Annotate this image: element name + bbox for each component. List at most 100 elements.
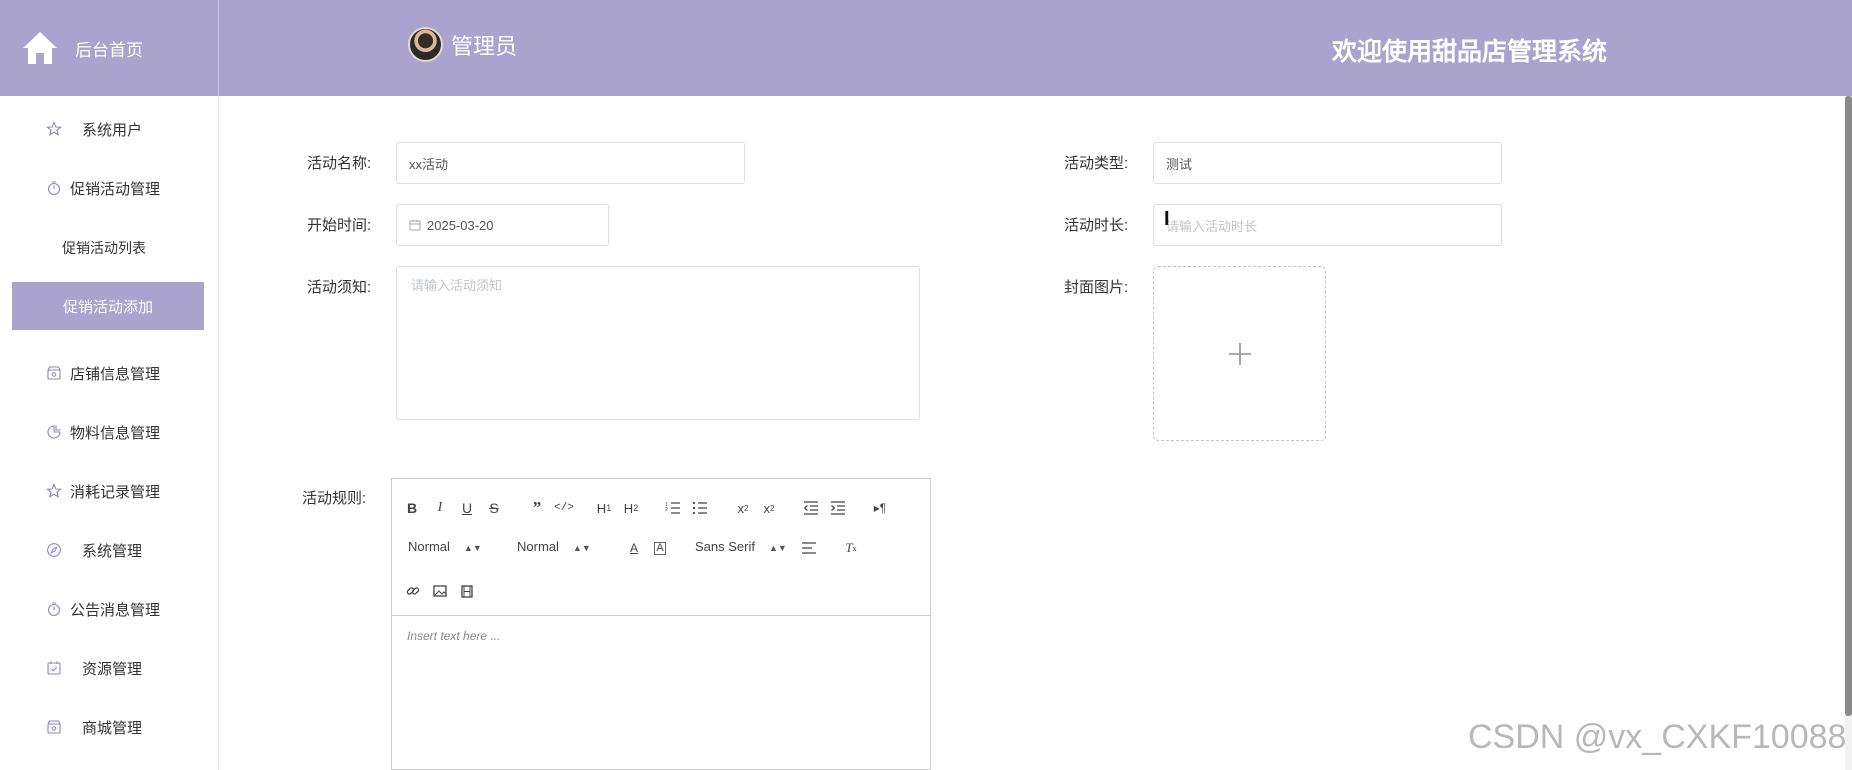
outdent-button[interactable] [800, 498, 822, 518]
duration-label: 活动时长: [1064, 217, 1129, 234]
superscript-button[interactable]: x2 [758, 498, 780, 518]
sidebar-subitem-label: 促销活动列表 [62, 240, 146, 256]
h2-button[interactable]: H2 [620, 498, 642, 518]
underline-button[interactable]: U [456, 498, 478, 518]
image-icon [433, 585, 447, 597]
sidebar-item-system-manage[interactable]: 系统管理 [0, 535, 219, 565]
sidebar-subitem-label: 促销活动添加 [62, 298, 153, 316]
sidebar-item-label: 公告消息管理 [70, 601, 161, 619]
page-scrollbar-thumb[interactable] [1845, 96, 1852, 716]
rules-label: 活动规则: [302, 490, 367, 507]
cover-image-uploader[interactable] [1153, 266, 1326, 441]
font-family-value: Sans Serif [695, 539, 755, 554]
subscript-button[interactable]: x2 [732, 498, 754, 518]
code-block-button[interactable]: </> [553, 498, 575, 518]
start-date-value: 2025-03-20 [427, 217, 494, 233]
sidebar-item-label: 促销活动管理 [70, 180, 161, 198]
calendar-check-icon [47, 661, 61, 675]
background-color-button[interactable]: A [649, 538, 671, 558]
link-button[interactable] [402, 581, 424, 601]
cover-image-label: 封面图片: [1064, 279, 1129, 296]
updown-arrow-icon: ▲▼ [463, 543, 482, 553]
notice-placeholder: 请输入活动须知 [411, 278, 503, 293]
italic-button[interactable]: I [429, 498, 451, 518]
h1-button[interactable]: H1 [593, 498, 615, 518]
duration-placeholder: 请输入活动时长 [1166, 218, 1258, 234]
sidebar-item-store-info[interactable]: 店铺信息管理 [0, 358, 219, 388]
compass-icon [47, 543, 61, 557]
indent-icon [831, 501, 845, 515]
sidebar-item-promotion-list[interactable]: 促销活动列表 [0, 233, 219, 263]
sidebar: 系统用户 促销活动管理 促销活动列表 促销活动添加 店铺信息管理 物料信息管理 … [0, 96, 219, 770]
image-button[interactable] [429, 581, 451, 601]
sidebar-item-promotions[interactable]: 促销活动管理 [0, 173, 219, 203]
rich-text-editor: B I U S ” </> H1 H2 12 x2 x2 ▸¶ Normal ▲▼… [391, 478, 931, 770]
welcome-title: 欢迎使用甜品店管理系统 [1332, 38, 1608, 66]
sidebar-item-label: 系统用户 [82, 121, 143, 139]
timer-icon [47, 181, 61, 196]
home-link[interactable]: 后台首页 [0, 0, 219, 96]
activity-type-input[interactable]: 测试 [1153, 142, 1502, 184]
star-icon [46, 121, 62, 137]
sidebar-item-label: 消耗记录管理 [70, 483, 161, 501]
timer-icon [47, 602, 61, 617]
editor-content-area[interactable]: Insert text here ... [407, 629, 500, 643]
ordered-list-button[interactable]: 12 [662, 498, 684, 518]
sidebar-item-consumption[interactable]: 消耗记录管理 [0, 476, 219, 506]
activity-name-value: xx活动 [409, 156, 449, 172]
watermark: CSDN @vx_CXKF10088 [1468, 718, 1847, 756]
sidebar-item-label: 资源管理 [82, 660, 143, 678]
size-select[interactable]: Normal ▲▼ [517, 539, 591, 554]
activity-name-input[interactable]: xx活动 [396, 142, 745, 184]
sidebar-item-label: 商城管理 [82, 719, 143, 737]
updown-arrow-icon: ▲▼ [572, 543, 591, 553]
sidebar-item-label: 店铺信息管理 [70, 365, 161, 383]
header-select[interactable]: Normal ▲▼ [408, 539, 482, 554]
updown-arrow-icon: ▲▼ [768, 543, 787, 553]
ordered-list-icon: 12 [665, 502, 680, 514]
sidebar-item-promotion-add[interactable]: 促销活动添加 [12, 282, 204, 330]
home-label: 后台首页 [75, 40, 143, 60]
sidebar-item-materials[interactable]: 物料信息管理 [0, 417, 219, 447]
sidebar-item-label: 系统管理 [82, 542, 143, 560]
link-icon [406, 587, 420, 595]
notice-label: 活动须知: [307, 279, 372, 296]
size-select-value: Normal [517, 539, 559, 554]
activity-name-label: 活动名称: [307, 155, 372, 172]
align-button[interactable] [798, 538, 820, 558]
store-icon [47, 720, 61, 734]
blockquote-button[interactable]: ” [526, 498, 548, 518]
sidebar-item-announcements[interactable]: 公告消息管理 [0, 594, 219, 624]
align-left-icon [802, 542, 816, 554]
clear-format-button[interactable]: Tx [840, 538, 862, 558]
font-family-select[interactable]: Sans Serif ▲▼ [695, 539, 787, 554]
text-cursor-icon: I [1164, 208, 1170, 230]
editor-toolbar: B I U S ” </> H1 H2 12 x2 x2 ▸¶ Normal ▲▼… [392, 479, 930, 616]
star-icon [46, 483, 62, 499]
avatar [408, 27, 443, 62]
activity-type-label: 活动类型: [1064, 155, 1129, 172]
bold-button[interactable]: B [401, 498, 423, 518]
sidebar-item-system-users[interactable]: 系统用户 [0, 114, 219, 144]
start-date-picker[interactable]: 2025-03-20 [396, 204, 609, 246]
admin-name: 管理员 [451, 33, 518, 59]
sidebar-item-resources[interactable]: 资源管理 [0, 653, 219, 683]
plus-icon [1228, 342, 1251, 365]
bullet-list-button[interactable] [689, 498, 711, 518]
duration-input[interactable]: 请输入活动时长 [1153, 204, 1502, 246]
text-direction-button[interactable]: ▸¶ [869, 498, 891, 518]
indent-button[interactable] [827, 498, 849, 518]
admin-info[interactable]: 管理员 [408, 27, 517, 62]
bullet-list-icon [692, 501, 707, 515]
sidebar-item-mall[interactable]: 商城管理 [0, 712, 219, 742]
home-icon [23, 32, 57, 64]
font-color-button[interactable]: A [623, 538, 645, 558]
video-icon [461, 584, 473, 598]
sidebar-item-label: 物料信息管理 [70, 424, 161, 442]
outdent-icon [803, 501, 818, 515]
video-button[interactable] [456, 581, 478, 601]
strike-button[interactable]: S [483, 498, 505, 518]
editor-placeholder: Insert text here ... [407, 629, 501, 643]
top-header: 后台首页 管理员 欢迎使用甜品店管理系统 [0, 0, 1852, 96]
notice-textarea[interactable]: 请输入活动须知 [396, 266, 920, 420]
